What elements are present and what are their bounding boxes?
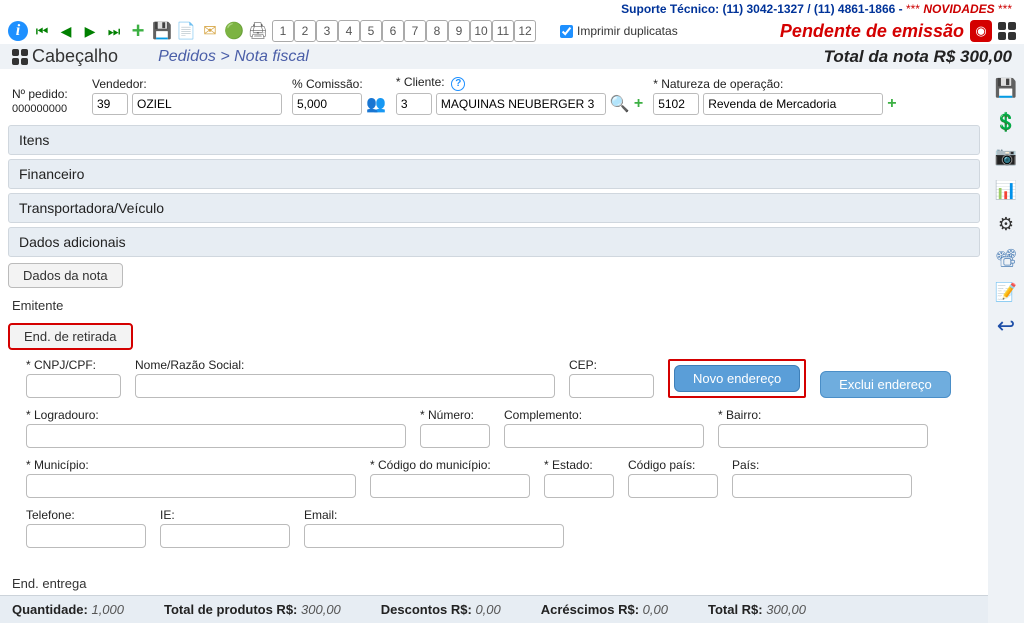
end-retirada-form: * CNPJ/CPF: Nome/Razão Social: CEP: Novo…	[0, 350, 988, 566]
numbox-11[interactable]: 11	[492, 20, 514, 42]
camera-side-icon[interactable]: 📷	[993, 143, 1019, 169]
breadcrumb-bar: Cabeçalho Pedidos > Nota fiscal Total da…	[0, 44, 1024, 69]
numbox-9[interactable]: 9	[448, 20, 470, 42]
numbox-2[interactable]: 2	[294, 20, 316, 42]
numbox-12[interactable]: 12	[514, 20, 536, 42]
cep-input[interactable]	[569, 374, 654, 398]
next-icon[interactable]: ▶	[80, 21, 100, 41]
tab-emitente[interactable]: Emitente	[8, 294, 77, 317]
numbox-3[interactable]: 3	[316, 20, 338, 42]
bairro-input[interactable]	[718, 424, 928, 448]
save-side-icon[interactable]: 💾	[993, 75, 1019, 101]
numero-input[interactable]	[420, 424, 490, 448]
cabecalho-title: Cabeçalho	[32, 46, 118, 67]
nome-input[interactable]	[135, 374, 555, 398]
npedido-value: 000000000	[12, 103, 82, 115]
breadcrumb-path: Pedidos > Nota fiscal	[158, 48, 309, 66]
telefone-input[interactable]	[26, 524, 146, 548]
comissao-label: % Comissão:	[292, 77, 386, 91]
first-icon[interactable]: ⏮	[32, 21, 52, 41]
people-icon[interactable]: 👥	[366, 94, 386, 114]
municipio-input[interactable]	[26, 474, 356, 498]
npedido-label: Nº pedido:	[12, 87, 82, 101]
add-natureza-icon[interactable]: +	[887, 95, 896, 113]
print-icon[interactable]: 🖨	[248, 21, 268, 41]
main-toolbar: i ⏮ ◀ ▶ ⏭ + 💾 📄 ✉ 🟢 🖨 123456789101112 Im…	[0, 18, 1024, 44]
accordion-itens[interactable]: Itens	[8, 125, 980, 155]
cliente-label: * Cliente: ?	[396, 75, 643, 91]
natureza-desc-input[interactable]	[703, 93, 883, 115]
cabecalho-icon	[12, 49, 28, 65]
cod-pais-input[interactable]	[628, 474, 718, 498]
tab-end-entrega[interactable]: End. entrega	[8, 572, 100, 595]
novo-endereco-button[interactable]: Novo endereço	[674, 365, 800, 392]
suporte-text: Suporte Técnico: (11) 3042-1327 / (11) 4…	[621, 2, 906, 16]
prev-icon[interactable]: ◀	[56, 21, 76, 41]
cliente-code-input[interactable]	[396, 93, 432, 115]
help-icon[interactable]: ?	[451, 77, 465, 91]
logradouro-input[interactable]	[26, 424, 406, 448]
cliente-name-input[interactable]	[436, 93, 606, 115]
exclui-endereco-button[interactable]: Exclui endereço	[820, 371, 951, 398]
estado-input[interactable]	[544, 474, 614, 498]
last-icon[interactable]: ⏭	[104, 21, 124, 41]
tab-end-retirada[interactable]: End. de retirada	[8, 323, 133, 350]
search-icon[interactable]: 🔍	[610, 94, 630, 114]
record-icon[interactable]: ◉	[970, 20, 992, 42]
numbox-8[interactable]: 8	[426, 20, 448, 42]
pendente-emissao-status: Pendente de emissão	[780, 21, 964, 42]
money-side-icon[interactable]: 💲	[993, 109, 1019, 135]
header-fields: Nº pedido: 000000000 Vendedor: % Comissã…	[0, 69, 988, 121]
natureza-code-input[interactable]	[653, 93, 699, 115]
numbox-5[interactable]: 5	[360, 20, 382, 42]
doc-icon[interactable]: 📄	[176, 21, 196, 41]
numbox-6[interactable]: 6	[382, 20, 404, 42]
email-input[interactable]	[304, 524, 564, 548]
right-sidebar: 💾 💲 📷 📊 ⚙ 📽 📝 ↩	[988, 69, 1024, 623]
back-arrow-icon[interactable]: ↩	[993, 313, 1019, 339]
cod-municipio-input[interactable]	[370, 474, 530, 498]
save-icon[interactable]: 💾	[152, 21, 172, 41]
apps-icon[interactable]	[998, 22, 1016, 40]
numbox-10[interactable]: 10	[470, 20, 492, 42]
vendedor-name-input[interactable]	[132, 93, 282, 115]
imprimir-checkbox-input[interactable]	[560, 25, 573, 38]
tab-dados-nota[interactable]: Dados da nota	[8, 263, 123, 288]
cnpj-input[interactable]	[26, 374, 121, 398]
report-side-icon[interactable]: 📊	[993, 177, 1019, 203]
numbox-7[interactable]: 7	[404, 20, 426, 42]
add-icon[interactable]: +	[128, 21, 148, 41]
natureza-label: * Natureza de operação:	[653, 77, 896, 91]
top-support-bar: Suporte Técnico: (11) 3042-1327 / (11) 4…	[0, 0, 1024, 18]
mail-icon[interactable]: ✉	[200, 21, 220, 41]
complemento-input[interactable]	[504, 424, 704, 448]
gear-side-icon[interactable]: ⚙	[993, 211, 1019, 237]
edit-side-icon[interactable]: 📝	[993, 279, 1019, 305]
info-icon[interactable]: i	[8, 21, 28, 41]
numbox-1[interactable]: 1	[272, 20, 294, 42]
accordion-dados-adicionais[interactable]: Dados adicionais	[8, 227, 980, 257]
footer-totals: Quantidade: 1,000 Total de produtos R$: …	[0, 595, 988, 623]
novidades-link[interactable]: NOVIDADES	[923, 2, 994, 16]
whatsapp-icon[interactable]: 🟢	[224, 21, 244, 41]
imprimir-duplicatas-checkbox[interactable]: Imprimir duplicatas	[560, 24, 678, 38]
numbox-4[interactable]: 4	[338, 20, 360, 42]
pais-input[interactable]	[732, 474, 912, 498]
accordion-financeiro[interactable]: Financeiro	[8, 159, 980, 189]
vendedor-label: Vendedor:	[92, 77, 282, 91]
vendedor-code-input[interactable]	[92, 93, 128, 115]
add-cliente-icon[interactable]: +	[634, 95, 643, 113]
total-nota: Total da nota R$ 300,00	[824, 47, 1012, 67]
accordion-transportadora[interactable]: Transportadora/Veículo	[8, 193, 980, 223]
comissao-input[interactable]	[292, 93, 362, 115]
ie-input[interactable]	[160, 524, 290, 548]
presentation-side-icon[interactable]: 📽	[993, 245, 1019, 271]
